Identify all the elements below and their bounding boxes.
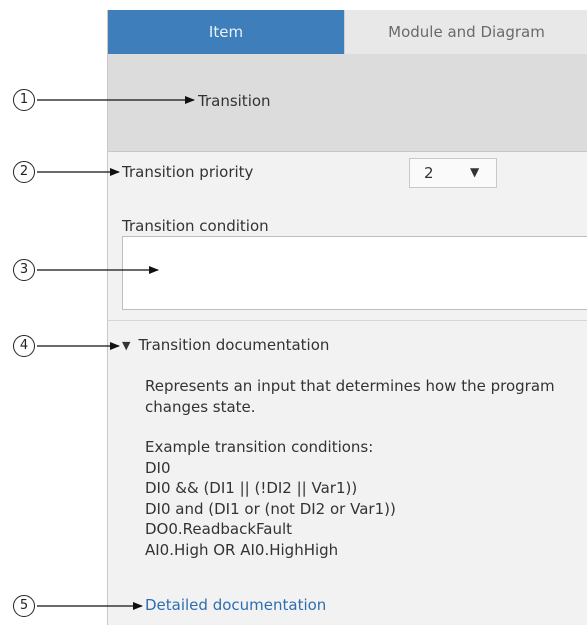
transition-condition-input[interactable] [122, 236, 587, 310]
callout-1: 1 [13, 89, 35, 111]
example-line: AI0.High OR AI0.HighHigh [145, 540, 339, 559]
tab-item[interactable]: Item [108, 10, 344, 54]
callout-2: 2 [13, 161, 35, 183]
documentation-toggle[interactable]: ▼ Transition documentation [122, 336, 329, 354]
callout-4: 4 [13, 335, 35, 357]
tab-bar: Item Module and Diagram [108, 10, 587, 54]
examples-heading: Example transition conditions: [145, 438, 374, 456]
transition-priority-select[interactable]: 2 ▼ [409, 158, 497, 188]
documentation-body: Represents an input that determines how … [145, 376, 585, 560]
documentation-description: Represents an input that determines how … [145, 377, 555, 416]
callout-3: 3 [13, 259, 35, 281]
transition-priority-label: Transition priority [122, 163, 254, 181]
expand-triangle-icon: ▼ [122, 339, 131, 352]
documentation-toggle-label: Transition documentation [138, 336, 330, 354]
dropdown-arrow-icon: ▼ [470, 165, 480, 179]
transition-priority-value: 2 [424, 164, 434, 182]
item-title: Transition [198, 92, 271, 110]
example-line: DI0 and (DI1 or (not DI2 or Var1)) [145, 499, 396, 518]
example-line: DI0 && (DI1 || (!DI2 || Var1)) [145, 479, 358, 497]
detailed-documentation-link[interactable]: Detailed documentation [145, 596, 326, 614]
properties-panel: Item Module and Diagram Transition Trans… [107, 10, 587, 625]
tab-module-and-diagram[interactable]: Module and Diagram [344, 10, 587, 54]
item-header: Transition [108, 54, 587, 152]
section-divider [108, 320, 587, 321]
transition-condition-label: Transition condition [122, 217, 269, 235]
example-line: DI0 [145, 458, 171, 477]
example-line: DO0.ReadbackFault [145, 520, 293, 538]
callout-5: 5 [13, 595, 35, 617]
